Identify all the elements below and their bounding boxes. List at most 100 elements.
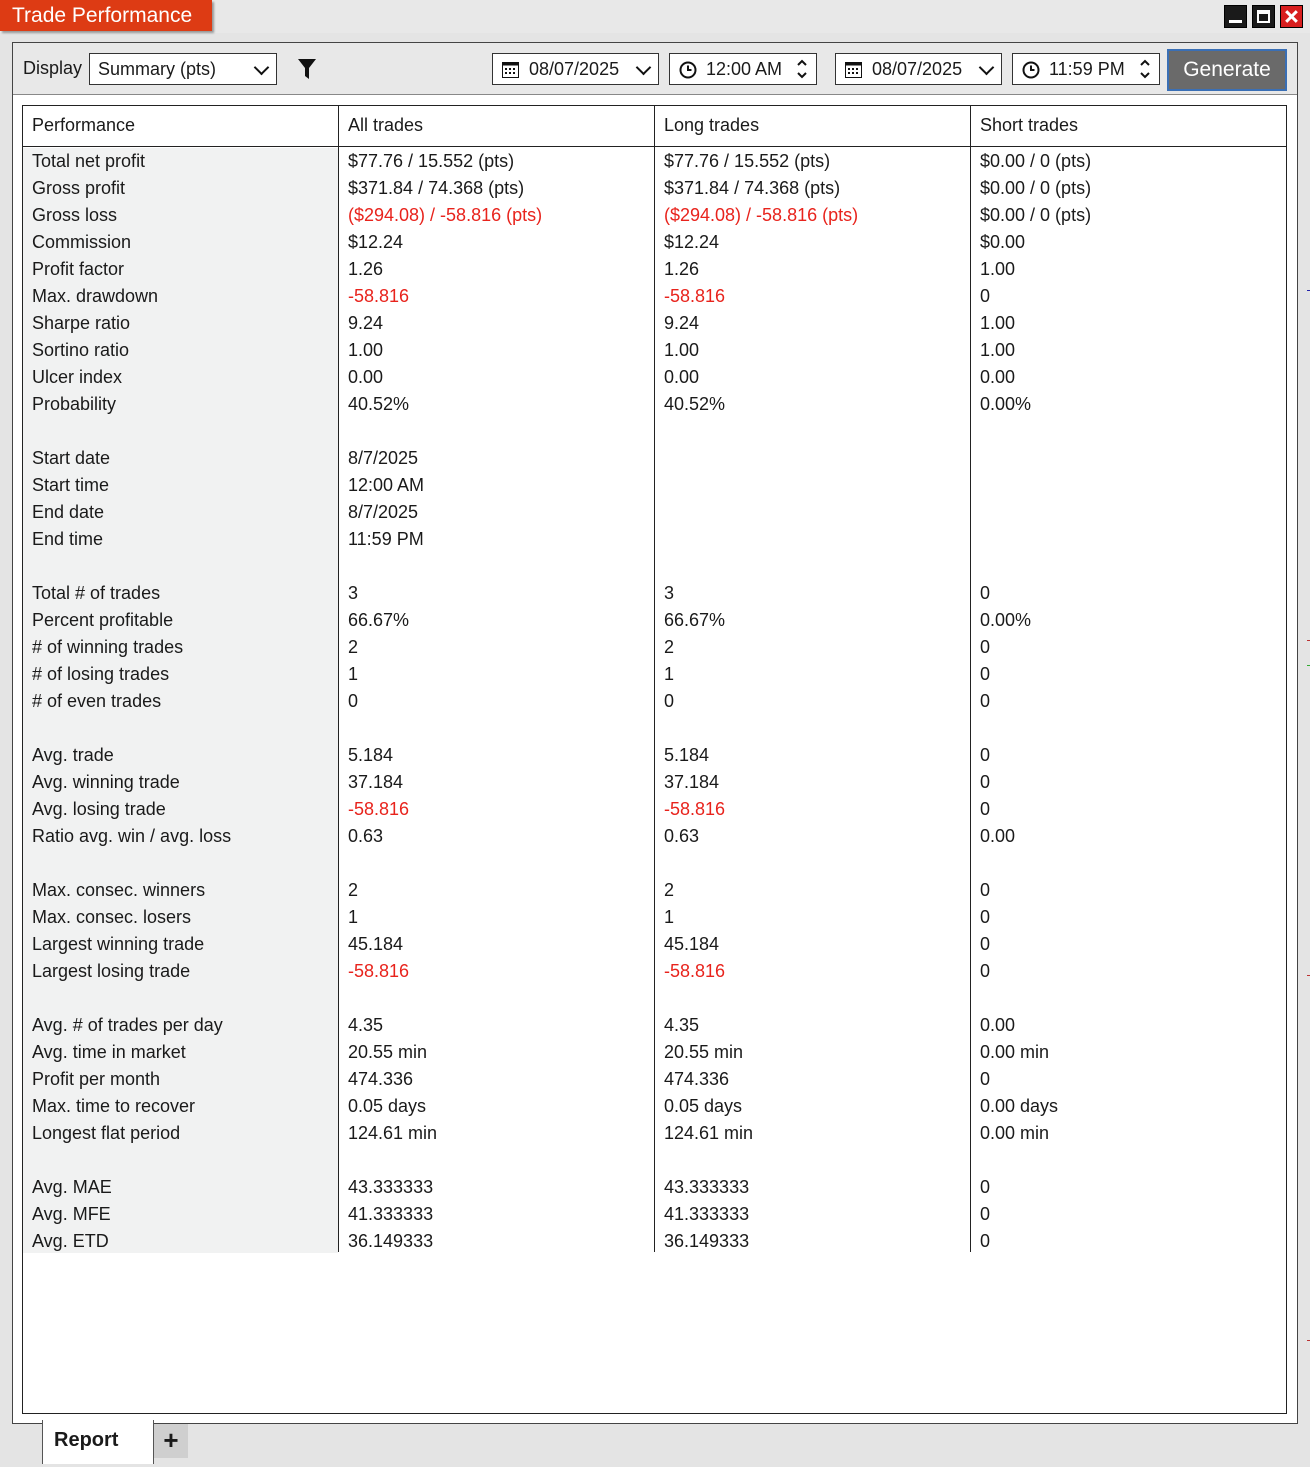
- short-trades-value: 1.00: [980, 259, 1016, 279]
- all-trades-value: 20.55 min: [348, 1042, 428, 1062]
- window-title: Trade Performance: [0, 0, 212, 31]
- table-row: Gross loss ($294.08) / -58.816 (pts) ($294…: [23, 202, 1286, 229]
- end-date-value: 08/07/2025: [872, 59, 963, 79]
- row-label: Avg. time in market: [32, 1042, 186, 1062]
- table-row: Max. consec. losers 1 1 0: [23, 904, 1286, 931]
- long-trades-value: ($294.08) / -58.816 (pts): [664, 205, 859, 225]
- table-row: Commission $12.24 $12.24 $0.00: [23, 229, 1286, 256]
- table-spacer-row: [23, 1147, 1286, 1174]
- end-date-picker[interactable]: 08/07/2025: [835, 53, 1002, 85]
- all-trades-value: -58.816: [348, 799, 410, 819]
- short-trades-value: 0.00%: [980, 394, 1032, 414]
- clock-icon: [679, 61, 697, 79]
- short-trades-value: 0.00: [980, 1015, 1016, 1035]
- add-tab-button[interactable]: +: [154, 1424, 188, 1458]
- row-label: Avg. MFE: [32, 1204, 111, 1224]
- row-label: Largest winning trade: [32, 934, 205, 954]
- all-trades-value: 12:00 AM: [348, 475, 425, 495]
- table-row: Avg. trade 5.184 5.184 0: [23, 742, 1286, 769]
- short-trades-value: 0: [980, 583, 991, 603]
- row-label: Ulcer index: [32, 367, 123, 387]
- all-trades-value: 37.184: [348, 772, 404, 792]
- short-trades-value: 0.00%: [980, 610, 1032, 630]
- all-trades-value: 36.149333: [348, 1231, 434, 1251]
- table-spacer-row: [23, 715, 1286, 742]
- short-trades-value: 0: [980, 1231, 991, 1251]
- header-long-trades[interactable]: Long trades: [655, 106, 970, 146]
- long-trades-value: 37.184: [664, 772, 720, 792]
- short-trades-value: $0.00 / 0 (pts): [980, 151, 1092, 171]
- end-time-picker[interactable]: 11:59 PM: [1012, 53, 1160, 85]
- table-row: # of winning trades 2 2 0: [23, 634, 1286, 661]
- table-body: Total net profit $77.76 / 15.552 (pts) $77…: [23, 148, 1286, 1255]
- toolbar: Display Summary (pts) 08/07/2025 12:00 A…: [13, 43, 1297, 95]
- table-row: Sharpe ratio 9.24 9.24 1.00: [23, 310, 1286, 337]
- row-label: End time: [32, 529, 104, 549]
- generate-button[interactable]: Generate: [1167, 49, 1287, 91]
- end-time-value: 11:59 PM: [1049, 59, 1125, 79]
- tab-report[interactable]: Report: [42, 1420, 154, 1464]
- maximize-button[interactable]: [1252, 5, 1275, 28]
- long-trades-value: 0: [664, 691, 675, 711]
- row-label: Commission: [32, 232, 132, 252]
- short-trades-value: $0.00: [980, 232, 1026, 252]
- row-label: Avg. # of trades per day: [32, 1015, 223, 1035]
- long-trades-value: 0.05 days: [664, 1096, 743, 1116]
- long-trades-value: -58.816: [664, 286, 726, 306]
- row-label: Gross profit: [32, 178, 126, 198]
- table-row: Max. time to recover 0.05 days 0.05 days 0.…: [23, 1093, 1286, 1120]
- long-trades-value: 4.35: [664, 1015, 700, 1035]
- minimize-button[interactable]: [1224, 5, 1247, 28]
- header-short-trades[interactable]: Short trades: [971, 106, 1286, 146]
- row-label: Max. consec. losers: [32, 907, 192, 927]
- all-trades-value: 3: [348, 583, 359, 603]
- long-trades-value: 124.61 min: [664, 1123, 754, 1143]
- table-row: # of even trades 0 0 0: [23, 688, 1286, 715]
- row-label: # of even trades: [32, 691, 162, 711]
- short-trades-value: 0.00 min: [980, 1042, 1050, 1062]
- all-trades-value: ($294.08) / -58.816 (pts): [348, 205, 543, 225]
- spinner-arrows-icon[interactable]: [796, 57, 808, 81]
- all-trades-value: 1: [348, 664, 359, 684]
- table-spacer-row: [23, 553, 1286, 580]
- all-trades-value: 5.184: [348, 745, 394, 765]
- short-trades-value: 0: [980, 1204, 991, 1224]
- long-trades-value: 1: [664, 907, 675, 927]
- all-trades-value: 0.05 days: [348, 1096, 427, 1116]
- close-button[interactable]: [1280, 5, 1303, 28]
- table-row: End date 8/7/2025: [23, 499, 1286, 526]
- all-trades-value: 8/7/2025: [348, 448, 419, 468]
- long-trades-value: 5.184: [664, 745, 710, 765]
- long-trades-value: 3: [664, 583, 675, 603]
- spinner-arrows-icon[interactable]: [1139, 57, 1151, 81]
- header-all-trades[interactable]: All trades: [339, 106, 654, 146]
- short-trades-value: 1.00: [980, 313, 1016, 333]
- table-row: Largest losing trade -58.816 -58.816 0: [23, 958, 1286, 985]
- display-select[interactable]: Summary (pts): [89, 53, 277, 85]
- header-performance[interactable]: Performance: [23, 106, 338, 146]
- short-trades-value: 0: [980, 286, 991, 306]
- table-row: Profit factor 1.26 1.26 1.00: [23, 256, 1286, 283]
- filter-icon[interactable]: [297, 58, 317, 80]
- start-date-picker[interactable]: 08/07/2025: [492, 53, 659, 85]
- all-trades-value: 2: [348, 880, 359, 900]
- table-row: Largest winning trade 45.184 45.184 0: [23, 931, 1286, 958]
- table-spacer-row: [23, 985, 1286, 1012]
- short-trades-value: 0: [980, 907, 991, 927]
- start-time-value: 12:00 AM: [706, 59, 783, 79]
- row-label: End date: [32, 502, 105, 522]
- row-label: Probability: [32, 394, 117, 414]
- table-row: Avg. losing trade -58.816 -58.816 0: [23, 796, 1286, 823]
- long-trades-value: 43.333333: [664, 1177, 750, 1197]
- clock-icon: [1022, 61, 1040, 79]
- long-trades-value: -58.816: [664, 799, 726, 819]
- start-time-picker[interactable]: 12:00 AM: [669, 53, 817, 85]
- long-trades-value: -58.816: [664, 961, 726, 981]
- row-label: Ratio avg. win / avg. loss: [32, 826, 232, 846]
- row-label: Percent profitable: [32, 610, 174, 630]
- long-trades-value: 474.336: [664, 1069, 730, 1089]
- all-trades-value: 1.00: [348, 340, 384, 360]
- row-label: Avg. winning trade: [32, 772, 180, 792]
- all-trades-value: 474.336: [348, 1069, 414, 1089]
- row-label: # of winning trades: [32, 637, 184, 657]
